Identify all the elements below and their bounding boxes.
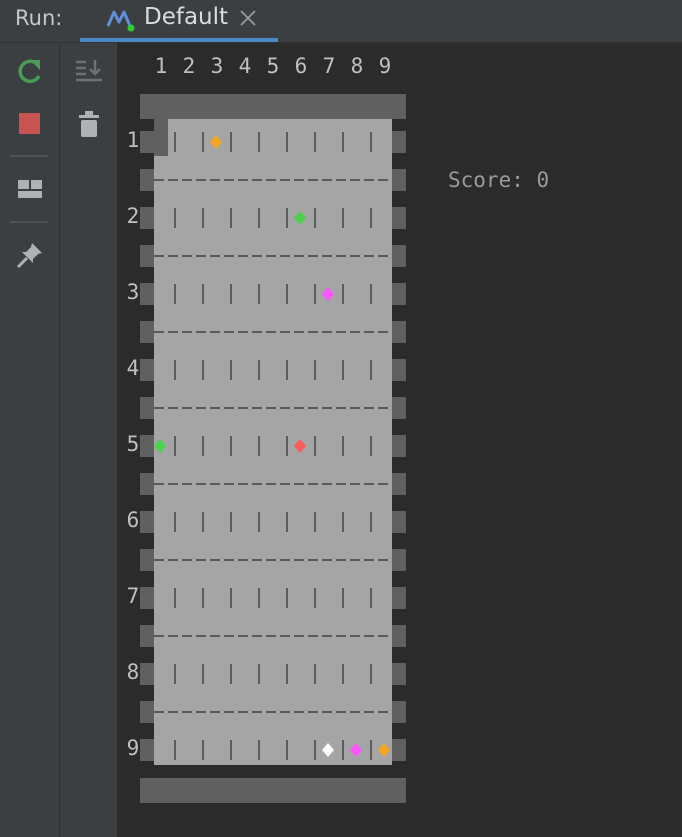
board-top-border bbox=[140, 94, 406, 119]
right-rail-tab bbox=[392, 473, 406, 495]
column-label: 2 bbox=[182, 54, 196, 78]
right-rail-tab bbox=[392, 169, 406, 191]
left-rail-tab bbox=[140, 625, 154, 647]
left-rail-tab bbox=[140, 701, 154, 723]
gem-icon bbox=[322, 743, 334, 757]
gem-icon bbox=[378, 743, 390, 757]
board-area bbox=[154, 119, 392, 765]
board-notch bbox=[154, 119, 168, 156]
left-rail-tab bbox=[140, 131, 154, 153]
pin-icon[interactable] bbox=[15, 240, 45, 270]
left-rail-tab bbox=[140, 587, 154, 609]
score-text: Score: 0 bbox=[448, 168, 550, 192]
right-rail-tab bbox=[392, 625, 406, 647]
gem-icon bbox=[294, 211, 306, 225]
left-rail-tab bbox=[140, 207, 154, 229]
right-rail-tab bbox=[392, 435, 406, 457]
toolbar-separator bbox=[10, 155, 48, 157]
rerun-icon[interactable] bbox=[15, 56, 45, 86]
run-config-icon bbox=[106, 10, 135, 32]
right-rail-tab bbox=[392, 739, 406, 761]
right-rail-tab bbox=[392, 511, 406, 533]
left-rail-tab bbox=[140, 435, 154, 457]
column-label: 1 bbox=[154, 54, 168, 78]
game-board bbox=[140, 94, 406, 803]
column-label: 4 bbox=[238, 54, 252, 78]
layout-icon[interactable] bbox=[15, 174, 45, 204]
stop-icon[interactable] bbox=[15, 109, 45, 139]
left-rail-tab bbox=[140, 359, 154, 381]
left-rail-tab bbox=[140, 549, 154, 571]
run-tabbar: Run: Default bbox=[0, 0, 682, 43]
right-rail-tab bbox=[392, 131, 406, 153]
run-label: Run: bbox=[15, 6, 63, 30]
right-rail-tab bbox=[392, 397, 406, 419]
left-rail-tab bbox=[140, 169, 154, 191]
column-label: 5 bbox=[266, 54, 280, 78]
run-toolbar bbox=[0, 43, 60, 837]
tab-default[interactable]: Default bbox=[80, 0, 278, 42]
gem-icon bbox=[154, 439, 166, 453]
right-rail-tab bbox=[392, 283, 406, 305]
column-label: 7 bbox=[322, 54, 336, 78]
left-rail-tab bbox=[140, 321, 154, 343]
left-rail-tab bbox=[140, 473, 154, 495]
column-label: 9 bbox=[378, 54, 392, 78]
right-rail-tab bbox=[392, 549, 406, 571]
scroll-to-end-icon[interactable] bbox=[74, 56, 104, 86]
trash-icon[interactable] bbox=[74, 109, 104, 139]
gem-icon bbox=[210, 135, 222, 149]
gem-icon bbox=[350, 743, 362, 757]
gem-icon bbox=[322, 287, 334, 301]
left-rail-tab bbox=[140, 511, 154, 533]
column-label: 8 bbox=[350, 54, 364, 78]
right-rail-tab bbox=[392, 245, 406, 267]
tab-label: Default bbox=[144, 4, 229, 30]
left-rail-tab bbox=[140, 245, 154, 267]
left-rail-tab bbox=[140, 397, 154, 419]
right-rail-tab bbox=[392, 321, 406, 343]
board-bottom-border bbox=[140, 778, 406, 803]
toolbar-separator bbox=[10, 221, 48, 223]
right-rail-tab bbox=[392, 587, 406, 609]
right-rail-tab bbox=[392, 207, 406, 229]
column-label: 6 bbox=[294, 54, 308, 78]
console-toolbar bbox=[60, 43, 118, 837]
left-rail-tab bbox=[140, 739, 154, 761]
column-label: 3 bbox=[210, 54, 224, 78]
right-rail-tab bbox=[392, 663, 406, 685]
right-rail-tab bbox=[392, 701, 406, 723]
left-rail-tab bbox=[140, 283, 154, 305]
left-rail-tab bbox=[140, 663, 154, 685]
gem-icon bbox=[294, 439, 306, 453]
right-rail-tab bbox=[392, 359, 406, 381]
close-icon[interactable] bbox=[238, 8, 258, 28]
